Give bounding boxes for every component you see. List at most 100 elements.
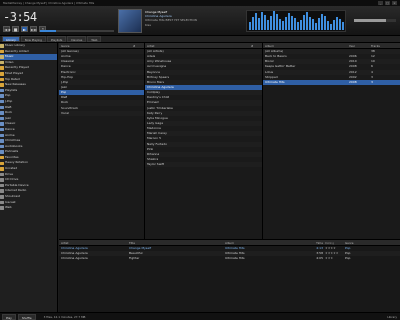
album-row[interactable]: Ultimate Hits 2008 3 (263, 79, 400, 85)
genre-row[interactable]: Vocal (59, 110, 144, 116)
maximize-button[interactable]: □ (385, 1, 390, 5)
now-playing-extra: Kiss (145, 22, 151, 27)
smart-icon (0, 155, 4, 160)
visualizer-bar (273, 11, 275, 30)
device-icon (0, 200, 4, 205)
tab-library[interactable]: Library (2, 36, 20, 42)
smart-icon (0, 167, 4, 171)
playlist-icon (0, 133, 4, 138)
tab-devices[interactable]: Devices (67, 36, 87, 42)
album-header-label: Album (265, 44, 274, 48)
visualizer-bar (324, 16, 326, 30)
window-title: MediaMonkey | Change Myself | Christina … (3, 1, 95, 5)
visualizer-bar (336, 17, 338, 30)
track-title: Fighter (129, 256, 140, 261)
visualizer-bar (282, 21, 284, 30)
now-playing-info: Change Myself Christina Aguilera Ultimat… (145, 10, 235, 27)
playlist-icon (0, 122, 4, 126)
track-list: Artist Title Album Time Rating Genre Chr… (59, 239, 400, 312)
artist-row[interactable]: Taylor Swift (145, 162, 262, 168)
player-right (246, 10, 396, 32)
filter-panes: Genre # (All Genres) Anime Classical Dance E… (59, 43, 400, 239)
visualizer-bar (309, 17, 311, 30)
status-bar: Play Shuffle 3 files, 12.1 minutes, 27.7… (0, 312, 400, 320)
smart-icon (0, 161, 4, 166)
album-filter: Album Year Tracks (All Albums) 38 Back to … (263, 43, 400, 239)
visualizer-bar (330, 24, 332, 30)
device-icon (0, 195, 4, 199)
folder-icon (0, 55, 4, 59)
sidebar-item-label: Web (5, 205, 12, 210)
visualizer-bar (270, 16, 272, 30)
seek-fill (40, 30, 57, 32)
main-tabs: Library Now Playing Playlists Devices Web (0, 36, 400, 43)
smart-icon (0, 49, 4, 54)
play-all-button[interactable]: Play (2, 313, 16, 320)
track-rating: ★★★ (325, 256, 334, 261)
visualizer-bar (303, 15, 305, 30)
visualizer-bar (252, 17, 254, 30)
visualizer-bar (333, 20, 335, 30)
visualizer-bar (315, 23, 317, 30)
visualizer-bar (267, 20, 269, 30)
status-text: 3 files, 12.1 minutes, 27.7 MB (43, 314, 86, 319)
seek-bar[interactable] (40, 30, 114, 32)
col-title[interactable]: Title (129, 240, 225, 245)
play-button[interactable]: ► (21, 26, 28, 32)
device-icon (0, 206, 4, 210)
col-artist[interactable]: Artist (59, 240, 129, 245)
volume-fill (354, 19, 386, 22)
album-tracks-label: Tracks (371, 44, 380, 48)
genre-name: Vocal (61, 110, 69, 115)
playlist-icon (0, 94, 4, 98)
track-artist: Christina Aguilera (61, 256, 88, 261)
track-time: 4:05 (316, 256, 323, 261)
album-art (118, 9, 142, 33)
previous-button[interactable]: ◄◄ (3, 26, 10, 32)
visualizer-bar (300, 20, 302, 30)
close-button[interactable]: × (392, 1, 397, 5)
genre-count-label: # (133, 44, 136, 48)
track-row[interactable]: Christina Aguilera Fighter Ultimate Hits 4:… (59, 256, 400, 261)
col-genre[interactable]: Genre (345, 240, 400, 245)
shuffle-button[interactable]: Shuffle (17, 313, 36, 320)
col-album[interactable]: Album (225, 240, 309, 245)
smart-icon (0, 66, 4, 70)
volume-slider[interactable] (354, 19, 396, 22)
artist-count-label: # (251, 44, 254, 48)
playlist-icon (0, 99, 4, 104)
tab-web[interactable]: Web (87, 36, 102, 42)
tab-playlists[interactable]: Playlists (46, 36, 67, 42)
smart-icon (0, 83, 4, 87)
artist-name: Taylor Swift (147, 162, 165, 167)
device-icon (0, 178, 4, 182)
col-rating[interactable]: Rating (325, 240, 345, 245)
visualizer-bar (264, 15, 266, 30)
visualizer-bar (288, 13, 290, 30)
album-name: Ultimate Hits (265, 79, 285, 84)
device-icon (0, 172, 4, 177)
visualizer-bar (276, 14, 278, 30)
visualizer-bar (318, 18, 320, 30)
visualizer-bar (261, 12, 263, 30)
window-controls: _ □ × (378, 1, 397, 5)
sidebar-tree: Music Library Recently Added Music Video Rec… (0, 43, 58, 312)
tab-now-playing[interactable]: Now Playing (20, 36, 46, 42)
visualizer-bar (294, 18, 296, 30)
playlist-icon (0, 150, 4, 154)
minimize-button[interactable]: _ (378, 1, 383, 5)
visualizer-bar (285, 17, 287, 30)
visualizer-bar (312, 19, 314, 30)
col-time[interactable]: Time (309, 240, 325, 245)
visualizer-bar (258, 18, 260, 30)
visualizer-bar (321, 14, 323, 30)
status-right: Library (387, 314, 397, 319)
track-album: Ultimate Hits (225, 256, 245, 261)
stop-button[interactable]: ■ (12, 26, 19, 32)
next-button[interactable]: ►► (30, 26, 37, 32)
device-icon (0, 183, 4, 188)
sidebar-item[interactable]: Web (0, 205, 57, 211)
album-year-label: Year (349, 44, 355, 48)
artist-filter: Artist # (All Artists) Adele Amy Winehouse… (145, 43, 263, 239)
genre-filter: Genre # (All Genres) Anime Classical Dance E… (59, 43, 145, 239)
